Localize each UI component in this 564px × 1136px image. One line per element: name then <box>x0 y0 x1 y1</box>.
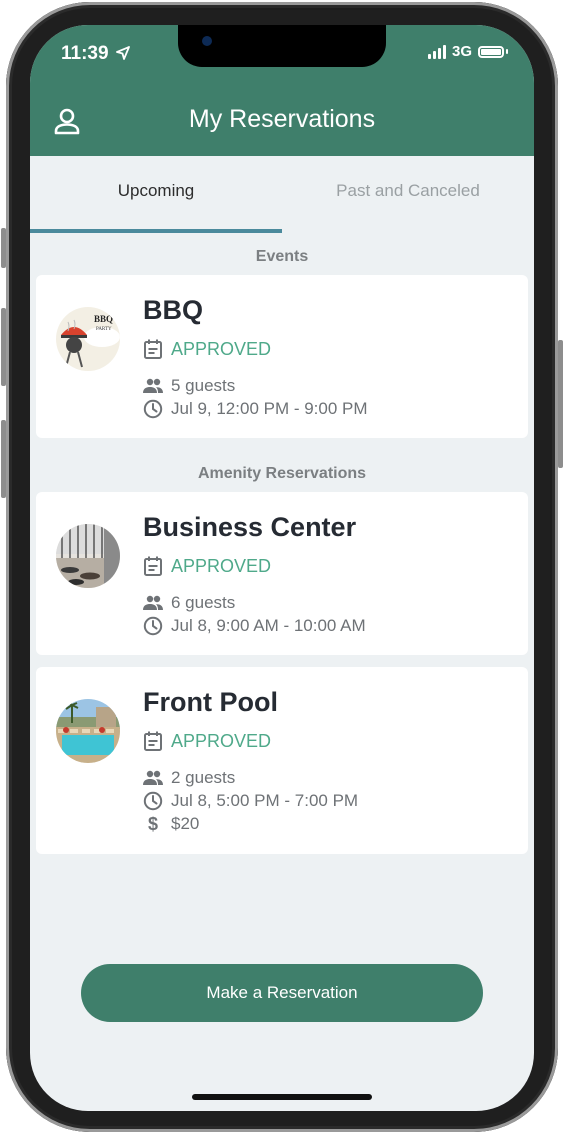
tab-past-and-canceled[interactable]: Past and Canceled <box>282 181 534 201</box>
clock-icon <box>143 616 163 636</box>
status-time: 11:39 <box>61 43 130 65</box>
calendar-note-icon <box>144 556 162 576</box>
status-badge: APPROVED <box>171 555 272 576</box>
guests-row: 6 guests <box>143 593 235 613</box>
calendar-note-icon <box>144 339 162 359</box>
battery-icon <box>478 45 504 58</box>
guest-count: 6 guests <box>171 593 236 612</box>
tab-bar: Upcoming Past and Canceled <box>30 156 534 234</box>
reservation-card-front-pool[interactable]: Front Pool APPROVED 2 guests Jul 8, 5:00… <box>36 667 528 854</box>
business-center-image <box>56 524 120 588</box>
power-button <box>558 340 563 468</box>
group-icon <box>143 595 163 610</box>
price-row: $ $20 <box>143 814 199 834</box>
clock-icon <box>143 791 163 811</box>
network-label: 3G <box>451 43 472 60</box>
time-row: Jul 8, 9:00 AM - 10:00 AM <box>143 616 366 636</box>
status-row: APPROVED <box>143 338 271 360</box>
active-tab-indicator <box>30 229 282 233</box>
time-row: Jul 9, 12:00 PM - 9:00 PM <box>143 399 368 419</box>
volume-down-button <box>1 420 6 498</box>
reservation-time: Jul 8, 9:00 AM - 10:00 AM <box>171 616 366 635</box>
guest-count: 2 guests <box>171 768 236 787</box>
bbq-image-title: BBQ <box>94 314 113 324</box>
volume-up-button <box>1 308 6 386</box>
reservation-card-business-center[interactable]: Business Center APPROVED 6 guests Jul 8,… <box>36 492 528 655</box>
guest-count: 5 guests <box>171 376 236 395</box>
section-label-events: Events <box>255 248 309 265</box>
group-icon <box>143 378 163 393</box>
make-reservation-button[interactable]: Make a Reservation <box>81 964 483 1022</box>
reservation-price: $20 <box>171 814 200 833</box>
bbq-image: BBQ PARTY <box>56 307 120 371</box>
reservation-time: Jul 8, 5:00 PM - 7:00 PM <box>171 791 359 810</box>
time-row: Jul 8, 5:00 PM - 7:00 PM <box>143 791 358 811</box>
reservation-time: Jul 9, 12:00 PM - 9:00 PM <box>171 399 368 418</box>
card-title: Front Pool <box>143 687 278 717</box>
card-title: BBQ <box>143 295 203 325</box>
status-badge: APPROVED <box>171 730 272 751</box>
location-arrow-icon <box>115 46 130 60</box>
card-title: Business Center <box>143 512 357 542</box>
group-icon <box>143 770 163 785</box>
status-indicators: 3G <box>427 43 508 60</box>
front-pool-image <box>56 699 120 763</box>
app-screen: 11:39 3G My Reservations Upcoming Past a… <box>30 25 534 1111</box>
notch <box>178 25 386 67</box>
status-row: APPROVED <box>143 730 271 752</box>
reservation-card-bbq[interactable]: BBQ PARTY BBQ APPROVED 5 guests Jul 9, 1… <box>36 275 528 438</box>
signal-icon <box>427 44 446 59</box>
svg-text:$: $ <box>148 814 158 834</box>
bbq-image-subtitle: PARTY <box>96 327 112 332</box>
page-title: My Reservations <box>188 105 376 133</box>
tab-upcoming[interactable]: Upcoming <box>30 181 282 201</box>
front-camera <box>202 36 212 46</box>
battery-cap <box>506 49 508 54</box>
status-badge: APPROVED <box>171 338 272 359</box>
guests-row: 5 guests <box>143 376 235 396</box>
mute-switch <box>1 228 6 268</box>
guests-row: 2 guests <box>143 768 235 788</box>
home-indicator <box>192 1094 372 1100</box>
section-label-amenities: Amenity Reservations <box>197 465 367 482</box>
status-row: APPROVED <box>143 555 271 577</box>
clock-icon <box>143 399 163 419</box>
dollar-icon: $ <box>148 814 158 834</box>
calendar-note-icon <box>144 731 162 751</box>
